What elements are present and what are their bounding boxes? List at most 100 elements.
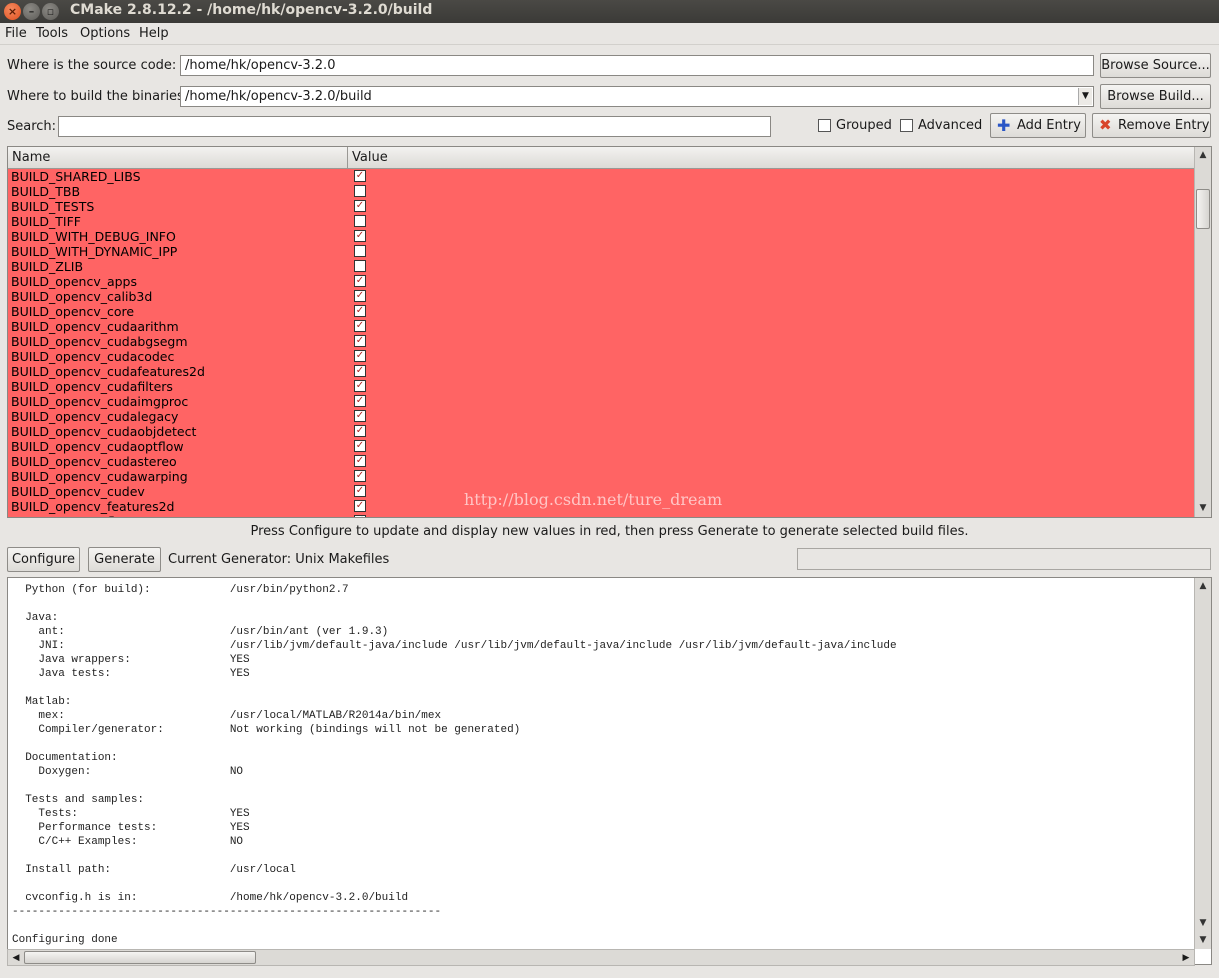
entry-name: BUILD_WITH_DYNAMIC_IPP xyxy=(11,244,178,259)
title-bar: × – ▫ CMake 2.8.12.2 - /home/hk/opencv-3… xyxy=(0,0,1219,23)
table-row[interactable]: BUILD_opencv_cudafeatures2d ✓ xyxy=(8,364,1194,379)
chevron-down-icon[interactable]: ▼ xyxy=(1078,88,1092,105)
scroll-up-icon[interactable]: ▲ xyxy=(1196,148,1210,163)
table-row[interactable]: BUILD_opencv_apps ✓ xyxy=(8,274,1194,289)
entry-value-checkbox[interactable] xyxy=(354,215,366,227)
table-row[interactable]: BUILD_opencv_cudastereo ✓ xyxy=(8,454,1194,469)
add-entry-button[interactable]: ✚ Add Entry xyxy=(990,113,1086,138)
entry-value-checkbox[interactable]: ✓ xyxy=(354,320,366,332)
output-log[interactable]: Python (for build): /usr/bin/python2.7 J… xyxy=(7,577,1212,965)
remove-icon: ✖ xyxy=(1099,116,1112,134)
table-row[interactable]: BUILD_opencv_cudalegacy ✓ xyxy=(8,409,1194,424)
entry-value-checkbox[interactable]: ✓ xyxy=(354,290,366,302)
entry-value-checkbox[interactable]: ✓ xyxy=(354,170,366,182)
entry-value-checkbox[interactable] xyxy=(354,260,366,272)
column-divider[interactable] xyxy=(347,147,348,169)
table-row[interactable]: BUILD_opencv_flann ✓ xyxy=(8,514,1194,517)
source-path-input[interactable]: /home/hk/opencv-3.2.0 xyxy=(180,55,1094,76)
output-horizontal-scrollbar[interactable]: ◀ ▶ xyxy=(7,949,1195,966)
scroll-up-icon[interactable]: ▲ xyxy=(1196,579,1210,594)
table-row[interactable]: BUILD_WITH_DYNAMIC_IPP xyxy=(8,244,1194,259)
menu-tools[interactable]: Tools xyxy=(36,26,68,41)
entry-name: BUILD_opencv_flann xyxy=(11,514,138,517)
entry-value-checkbox[interactable]: ✓ xyxy=(354,470,366,482)
browse-build-button[interactable]: Browse Build... xyxy=(1100,84,1211,109)
entry-value-checkbox[interactable]: ✓ xyxy=(354,455,366,467)
entry-name: BUILD_opencv_cudawarping xyxy=(11,469,188,484)
column-name-header[interactable]: Name xyxy=(12,150,50,165)
entry-value-checkbox[interactable]: ✓ xyxy=(354,395,366,407)
cache-table[interactable]: Name Value BUILD_SHARED_LIBS ✓ BUILD_TBB BU… xyxy=(7,146,1212,518)
entry-name: BUILD_TBB xyxy=(11,184,81,199)
entry-value-checkbox[interactable]: ✓ xyxy=(354,230,366,242)
window-bottom-edge xyxy=(0,966,1219,978)
configure-button[interactable]: Configure xyxy=(7,547,80,572)
table-scroll-thumb[interactable] xyxy=(1196,189,1210,229)
generate-button[interactable]: Generate xyxy=(88,547,161,572)
maximize-icon[interactable]: ▫ xyxy=(42,3,59,20)
entry-value-checkbox[interactable]: ✓ xyxy=(354,380,366,392)
entry-value-checkbox[interactable]: ✓ xyxy=(354,500,366,512)
menu-options[interactable]: Options xyxy=(80,26,130,41)
entry-value-checkbox[interactable]: ✓ xyxy=(354,275,366,287)
grouped-checkbox[interactable] xyxy=(818,119,831,132)
table-row[interactable]: BUILD_opencv_cudacodec ✓ xyxy=(8,349,1194,364)
table-row[interactable]: BUILD_WITH_DEBUG_INFO ✓ xyxy=(8,229,1194,244)
column-value-header[interactable]: Value xyxy=(352,150,388,165)
scroll-down-icon[interactable]: ▼ xyxy=(1196,933,1210,948)
entry-value-checkbox[interactable]: ✓ xyxy=(354,350,366,362)
table-row[interactable]: BUILD_TBB xyxy=(8,184,1194,199)
entry-value-checkbox[interactable]: ✓ xyxy=(354,440,366,452)
entry-value-checkbox[interactable]: ✓ xyxy=(354,425,366,437)
table-row[interactable]: BUILD_opencv_calib3d ✓ xyxy=(8,289,1194,304)
minimize-icon[interactable]: – xyxy=(23,3,40,20)
menu-bar: File Tools Options Help xyxy=(0,23,1219,45)
browse-source-button[interactable]: Browse Source... xyxy=(1100,53,1211,78)
table-row[interactable]: BUILD_opencv_cudaarithm ✓ xyxy=(8,319,1194,334)
entry-name: BUILD_opencv_cudaarithm xyxy=(11,319,179,334)
entry-value-checkbox[interactable]: ✓ xyxy=(354,305,366,317)
entry-value-checkbox[interactable]: ✓ xyxy=(354,515,366,517)
table-row[interactable]: BUILD_opencv_cudafilters ✓ xyxy=(8,379,1194,394)
entry-value-checkbox[interactable]: ✓ xyxy=(354,335,366,347)
advanced-checkbox[interactable] xyxy=(900,119,913,132)
output-vertical-scrollbar[interactable]: ▲ ▼ ▼ xyxy=(1194,578,1211,949)
entry-name: BUILD_opencv_cudaimgproc xyxy=(11,394,189,409)
table-vertical-scrollbar[interactable]: ▲ ▼ xyxy=(1194,147,1211,517)
entry-name: BUILD_opencv_cudaoptflow xyxy=(11,439,184,454)
entry-name: BUILD_ZLIB xyxy=(11,259,84,274)
entry-name: BUILD_opencv_cudev xyxy=(11,484,145,499)
entry-name: BUILD_opencv_cudastereo xyxy=(11,454,177,469)
remove-entry-button[interactable]: ✖ Remove Entry xyxy=(1092,113,1211,138)
table-row[interactable]: BUILD_opencv_cudawarping ✓ xyxy=(8,469,1194,484)
scroll-down-icon[interactable]: ▼ xyxy=(1196,916,1210,931)
entry-value-checkbox[interactable]: ✓ xyxy=(354,485,366,497)
table-row[interactable]: BUILD_opencv_cudaoptflow ✓ xyxy=(8,439,1194,454)
table-row[interactable]: BUILD_opencv_core ✓ xyxy=(8,304,1194,319)
build-path-combo[interactable]: /home/hk/opencv-3.2.0/build ▼ xyxy=(180,86,1094,107)
entry-value-checkbox[interactable]: ✓ xyxy=(354,365,366,377)
scroll-right-icon[interactable]: ▶ xyxy=(1179,951,1193,965)
table-row[interactable]: BUILD_TIFF xyxy=(8,214,1194,229)
table-row[interactable]: BUILD_TESTS ✓ xyxy=(8,199,1194,214)
table-row[interactable]: BUILD_opencv_cudaimgproc ✓ xyxy=(8,394,1194,409)
close-icon[interactable]: × xyxy=(4,3,21,20)
search-input[interactable] xyxy=(58,116,771,137)
plus-icon: ✚ xyxy=(997,116,1011,135)
menu-file[interactable]: File xyxy=(5,26,27,41)
table-row[interactable]: BUILD_SHARED_LIBS ✓ xyxy=(8,169,1194,184)
entry-value-checkbox[interactable]: ✓ xyxy=(354,410,366,422)
entry-value-checkbox[interactable]: ✓ xyxy=(354,200,366,212)
search-label: Search: xyxy=(7,119,57,134)
entry-name: BUILD_TESTS xyxy=(11,199,95,214)
scroll-left-icon[interactable]: ◀ xyxy=(9,951,23,965)
table-row[interactable]: BUILD_ZLIB xyxy=(8,259,1194,274)
table-row[interactable]: BUILD_opencv_cudabgsegm ✓ xyxy=(8,334,1194,349)
entry-value-checkbox[interactable] xyxy=(354,185,366,197)
entry-value-checkbox[interactable] xyxy=(354,245,366,257)
table-row[interactable]: BUILD_opencv_cudaobjdetect ✓ xyxy=(8,424,1194,439)
scroll-down-icon[interactable]: ▼ xyxy=(1196,501,1210,516)
entry-name: BUILD_opencv_cudacodec xyxy=(11,349,175,364)
menu-help[interactable]: Help xyxy=(139,26,169,41)
output-hscroll-thumb[interactable] xyxy=(24,951,256,964)
